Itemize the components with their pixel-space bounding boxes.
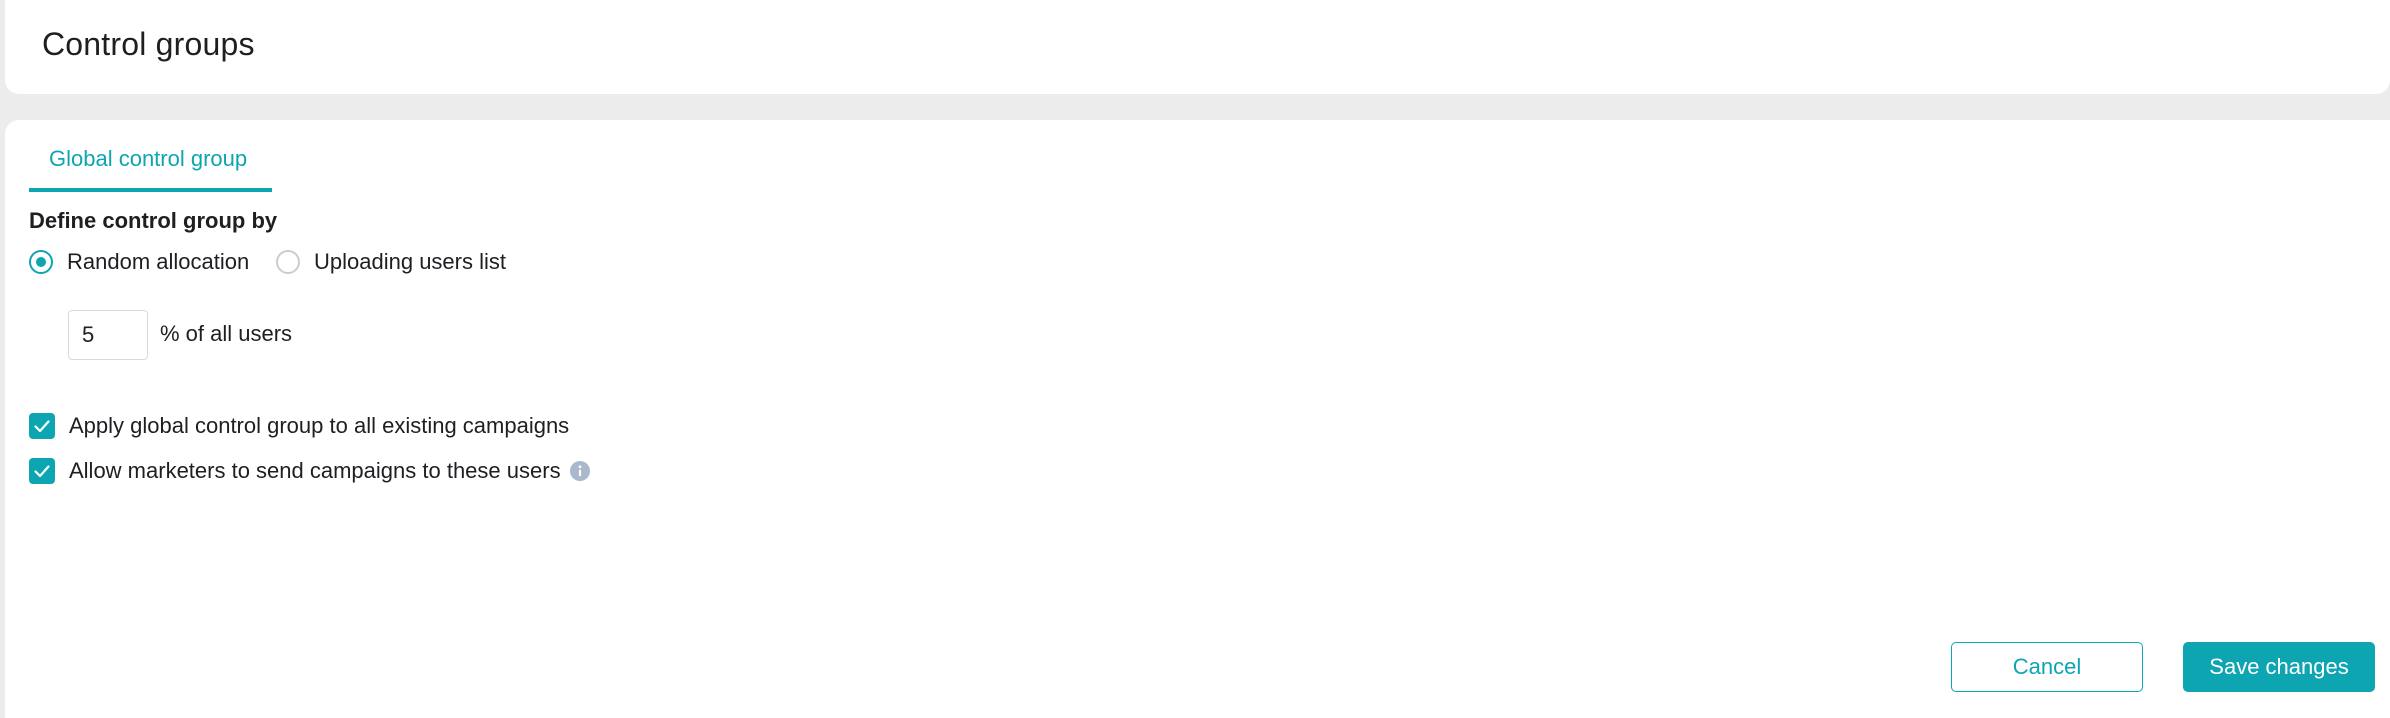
main-card: Global control group Define control grou… <box>5 120 2390 718</box>
radio-uploading-users-list[interactable]: Uploading users list <box>276 247 506 277</box>
info-icon[interactable] <box>569 461 590 481</box>
tab-global-control-group[interactable]: Global control group <box>29 146 272 192</box>
checkbox-row-apply-existing[interactable]: Apply global control group to all existi… <box>29 411 569 441</box>
radio-label: Random allocation <box>67 249 250 274</box>
section-label: Define control group by <box>29 208 278 233</box>
tab-label: Global control group <box>49 146 248 171</box>
save-changes-button[interactable]: Save changes <box>2183 642 2375 692</box>
radio-button-selected[interactable] <box>29 250 53 274</box>
checkbox-label: Allow marketers to send campaigns to the… <box>69 458 561 483</box>
radio-button[interactable] <box>276 250 300 274</box>
percent-input[interactable] <box>68 310 148 360</box>
checkbox-row-allow-marketers[interactable]: Allow marketers to send campaigns to the… <box>29 456 590 486</box>
checkbox-label: Apply global control group to all existi… <box>69 413 570 438</box>
radio-label: Uploading users list <box>314 249 506 274</box>
check-icon <box>34 464 50 477</box>
checkbox-apply-existing[interactable] <box>29 413 55 439</box>
header-card: Control groups <box>5 0 2390 94</box>
page-title: Control groups <box>42 26 255 62</box>
cancel-button[interactable]: Cancel <box>1951 642 2143 692</box>
check-icon <box>34 419 50 432</box>
radio-random-allocation[interactable]: Random allocation <box>29 247 249 277</box>
percent-suffix: % of all users <box>160 321 293 346</box>
checkbox-allow-marketers[interactable] <box>29 458 55 484</box>
